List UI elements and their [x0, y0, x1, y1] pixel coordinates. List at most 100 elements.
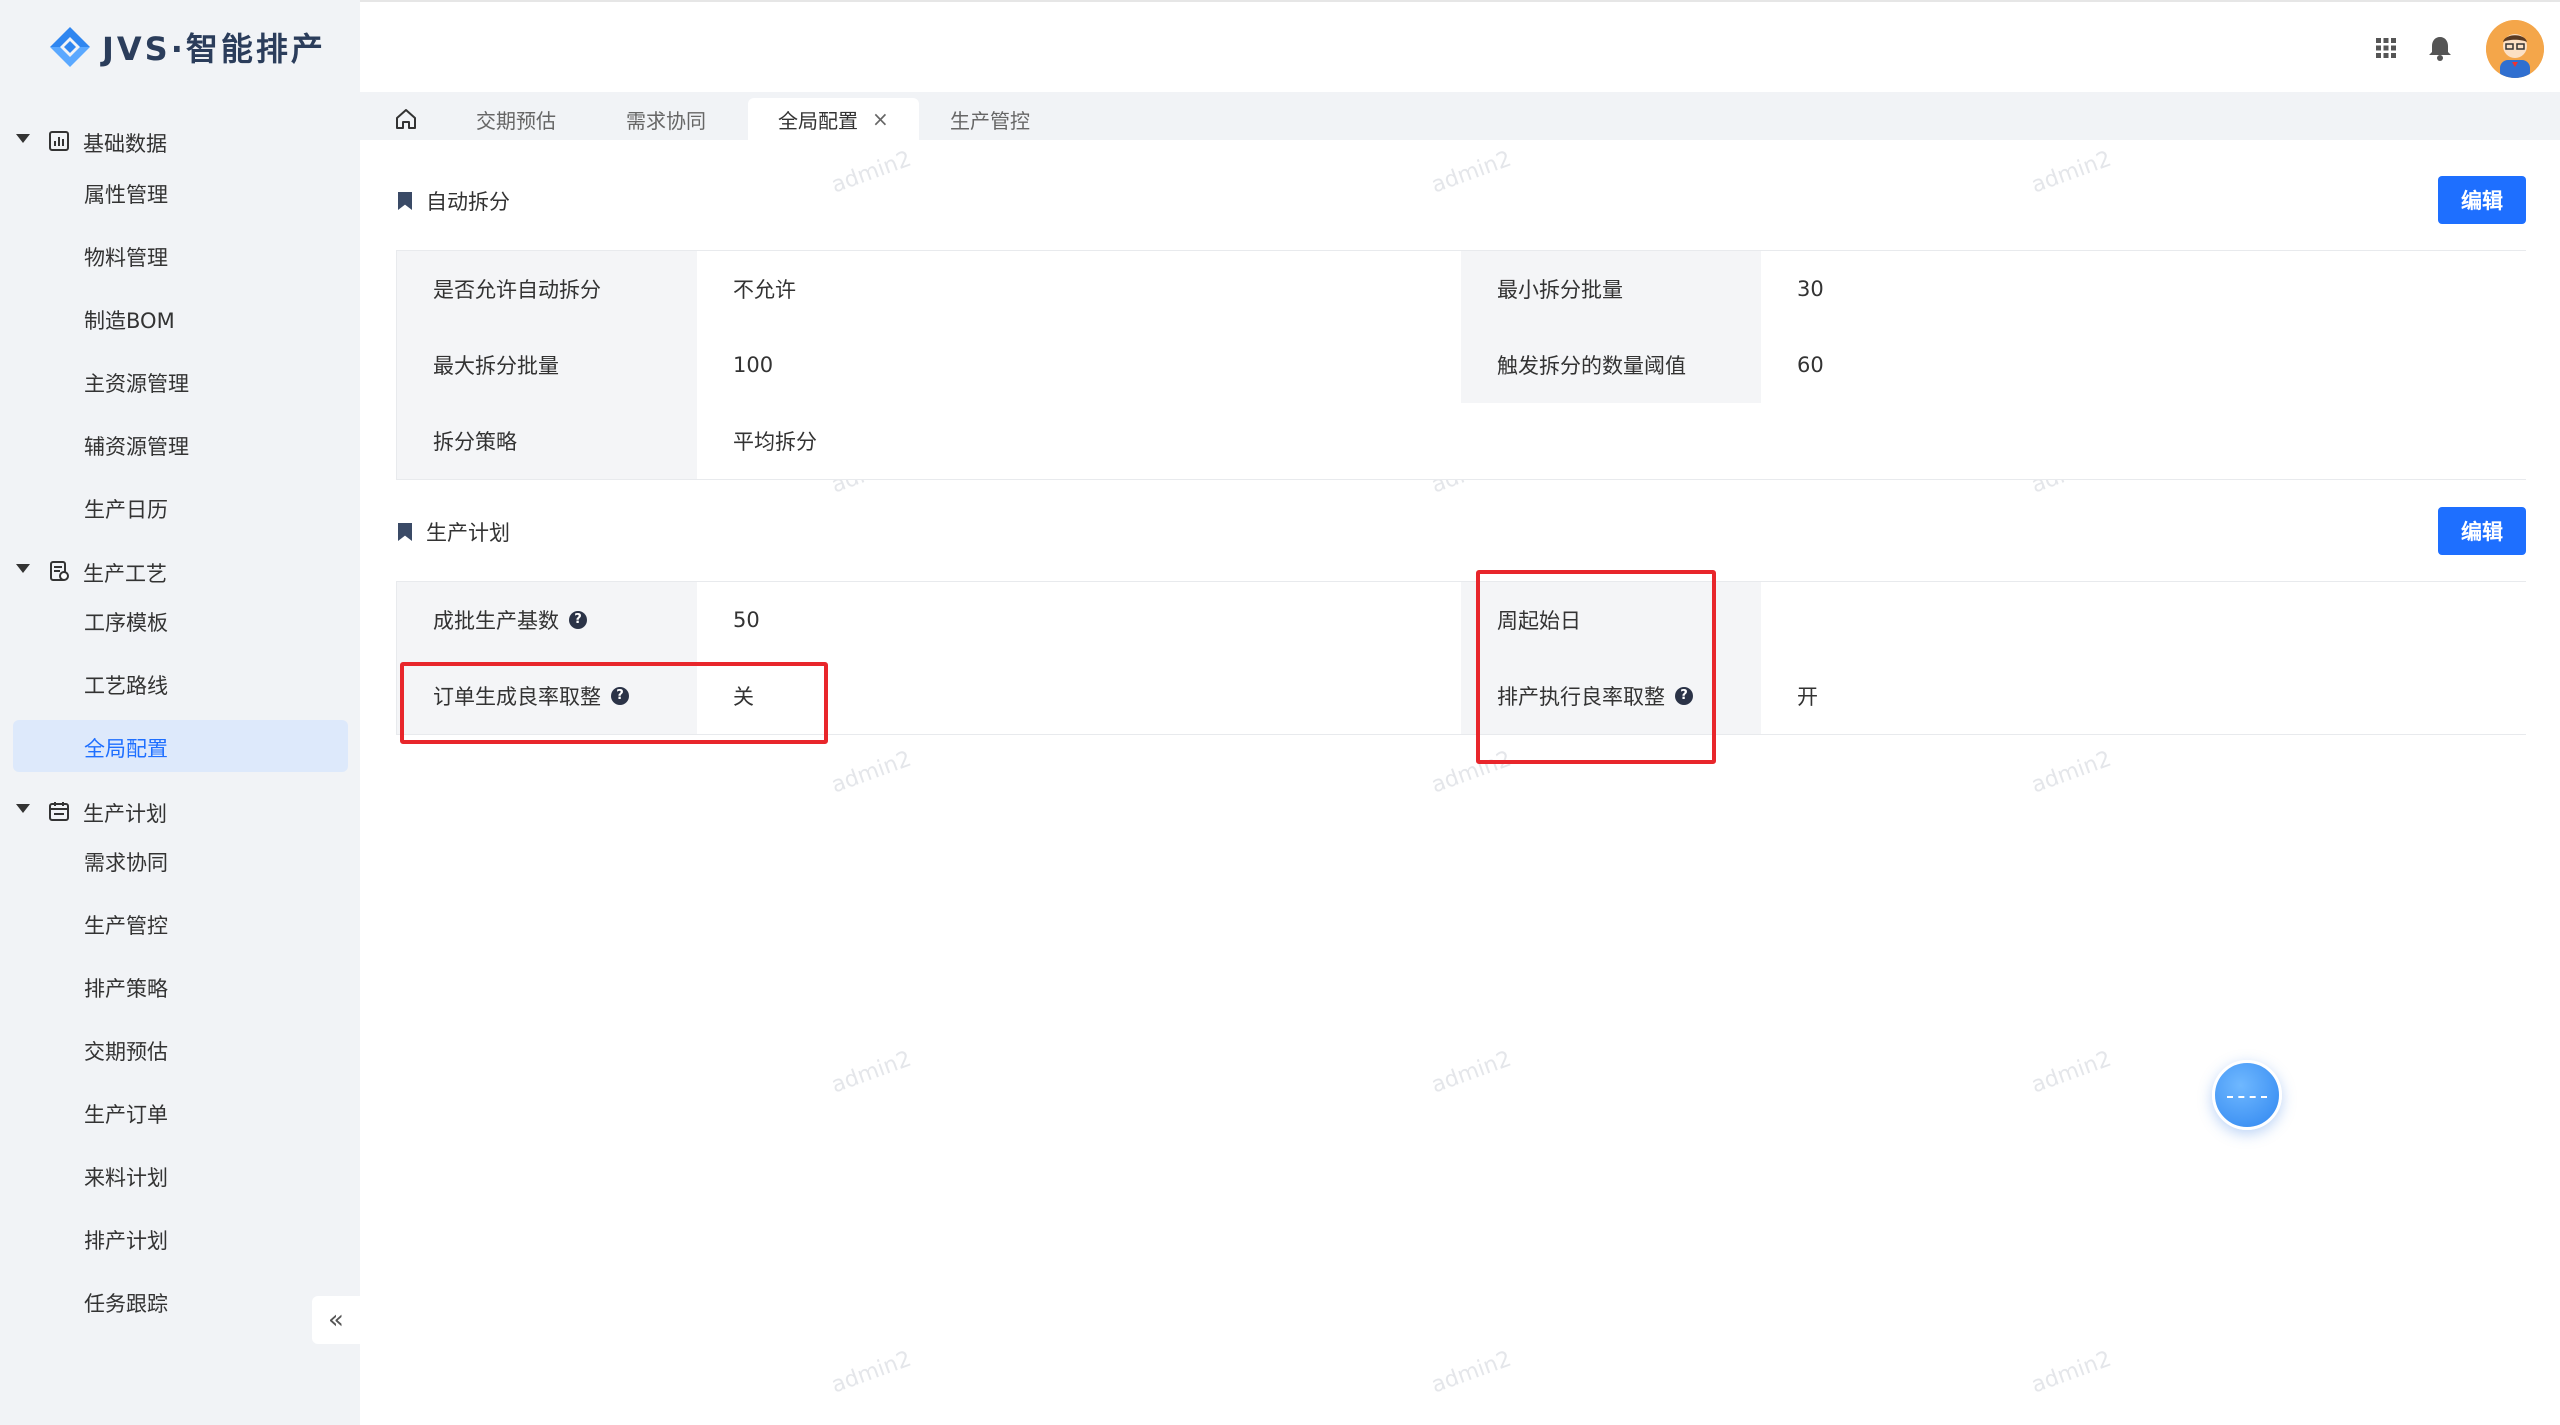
apps-grid-icon[interactable]: [2370, 32, 2402, 64]
tab-global-config[interactable]: 全局配置 ×: [748, 98, 919, 140]
table-row: 是否允许自动拆分 不允许 最小拆分批量 30: [397, 251, 2527, 327]
sidebar-item-aux-resources[interactable]: 辅资源管理: [0, 418, 360, 470]
help-icon[interactable]: ?: [569, 611, 587, 629]
watermark: admin2: [828, 746, 915, 799]
tab-label: 生产管控: [950, 108, 1030, 133]
watermark: admin2: [2028, 1346, 2115, 1399]
field-value: 不允许: [697, 251, 1461, 327]
sidebar-item-label: 来料计划: [84, 1166, 168, 1190]
tab-demand[interactable]: 需求协同: [596, 98, 736, 140]
sidebar-item-label: 制造BOM: [84, 309, 175, 333]
nav-group-label: 基础数据: [83, 132, 167, 156]
field-label: 是否允许自动拆分: [397, 251, 697, 327]
sidebar-item-materials[interactable]: 物料管理: [0, 229, 360, 281]
sidebar-item-task-tracking[interactable]: 任务跟踪: [0, 1275, 360, 1327]
avatar-person-icon: [2486, 20, 2544, 78]
app-logo[interactable]: JVS·智能排产: [46, 22, 326, 72]
section-title: 生产计划: [426, 521, 510, 545]
field-label: 最大拆分批量: [397, 327, 697, 403]
sidebar-item-label: 生产订单: [84, 1103, 168, 1127]
section-title-auto-split: 自动拆分: [398, 181, 510, 221]
sidebar: JVS·智能排产 基础数据 属性管理 物料管理 制造BOM 主资源管理 辅资源管…: [0, 0, 360, 1425]
field-value: 60: [1761, 327, 2527, 403]
tab-label: 全局配置: [778, 108, 858, 133]
page-tabs: 交期预估 需求协同 全局配置 × 生产管控: [360, 92, 2560, 140]
tab-production-control[interactable]: 生产管控: [920, 98, 1060, 140]
top-header: [360, 0, 2560, 92]
logo-icon: [50, 27, 90, 67]
tab-label: 交期预估: [476, 108, 556, 133]
sidebar-item-label: 工序模板: [84, 611, 168, 635]
sidebar-item-process-template[interactable]: 工序模板: [0, 594, 360, 646]
caret-down-icon: [16, 134, 30, 143]
edit-production-plan-button[interactable]: 编辑: [2438, 507, 2526, 555]
watermark: admin2: [2028, 146, 2115, 199]
sidebar-item-label: 生产管控: [84, 914, 168, 938]
collapse-sidebar-button[interactable]: «: [312, 1296, 360, 1344]
nav-group-basic-data[interactable]: 基础数据: [0, 120, 360, 162]
nav-group-label: 生产计划: [83, 802, 167, 826]
tab-home[interactable]: [382, 98, 430, 140]
sidebar-item-orders[interactable]: 生产订单: [0, 1086, 360, 1138]
sidebar-item-label: 需求协同: [84, 851, 168, 875]
nav-group-label: 生产工艺: [83, 562, 167, 586]
sidebar-item-demand[interactable]: 需求协同: [0, 834, 360, 886]
field-label: 触发拆分的数量阈值: [1461, 327, 1761, 403]
watermark: admin2: [2028, 746, 2115, 799]
sidebar-item-label: 排产计划: [84, 1229, 168, 1253]
field-value: 50: [697, 582, 1461, 658]
field-label: 成批生产基数: [433, 609, 559, 633]
home-icon: [396, 109, 416, 129]
sidebar-item-label: 交期预估: [84, 1040, 168, 1064]
sidebar-item-bom[interactable]: 制造BOM: [0, 292, 360, 344]
sidebar-item-label: 属性管理: [84, 183, 168, 207]
bell-icon[interactable]: [2424, 32, 2456, 64]
table-row: 拆分策略 平均拆分: [397, 403, 2527, 479]
brand-name: JVS·智能排产: [102, 30, 326, 68]
sidebar-item-control[interactable]: 生产管控: [0, 897, 360, 949]
nav-group-production-plan[interactable]: 生产计划: [0, 790, 360, 832]
watermark: admin2: [1428, 146, 1515, 199]
bookmark-icon: [398, 523, 412, 541]
sidebar-item-label: 主资源管理: [84, 372, 189, 396]
field-value: 100: [697, 327, 1461, 403]
caret-down-icon: [16, 804, 30, 813]
user-avatar[interactable]: [2486, 20, 2544, 78]
button-label: 编辑: [2461, 189, 2503, 213]
sidebar-item-routing[interactable]: 工艺路线: [0, 657, 360, 709]
nav-group-process[interactable]: 生产工艺: [0, 550, 360, 592]
close-icon[interactable]: ×: [872, 107, 889, 131]
sidebar-item-material-plan[interactable]: 来料计划: [0, 1149, 360, 1201]
watermark: admin2: [2028, 1046, 2115, 1099]
sidebar-item-global-config[interactable]: 全局配置: [13, 720, 348, 772]
watermark: admin2: [1428, 1046, 1515, 1099]
sidebar-item-schedule[interactable]: 排产计划: [0, 1212, 360, 1264]
sidebar-item-label: 任务跟踪: [84, 1292, 168, 1316]
sidebar-item-label: 辅资源管理: [84, 435, 189, 459]
sidebar-item-label: 全局配置: [84, 737, 168, 761]
sidebar-item-label: 物料管理: [84, 246, 168, 270]
watermark: admin2: [828, 1046, 915, 1099]
sidebar-item-calendar[interactable]: 生产日历: [0, 481, 360, 533]
field-label: 拆分策略: [397, 403, 697, 479]
dash-line-icon: [2227, 1096, 2267, 1098]
sidebar-item-label: 排产策略: [84, 977, 168, 1001]
field-value: 30: [1761, 251, 2527, 327]
bookmark-icon: [398, 192, 412, 210]
sidebar-item-strategy[interactable]: 排产策略: [0, 960, 360, 1012]
tab-delivery-estimate[interactable]: 交期预估: [446, 98, 586, 140]
process-doc-icon: [50, 561, 69, 581]
caret-down-icon: [16, 564, 30, 573]
sidebar-item-label: 工艺路线: [84, 674, 168, 698]
floating-assistant-button[interactable]: [2212, 1060, 2282, 1130]
sidebar-item-attributes[interactable]: 属性管理: [0, 166, 360, 218]
highlight-box-week-start: [1476, 570, 1716, 764]
edit-auto-split-button[interactable]: 编辑: [2438, 176, 2526, 224]
sidebar-item-delivery-estimate[interactable]: 交期预估: [0, 1023, 360, 1075]
field-value: 开: [1761, 658, 2527, 734]
section-title: 自动拆分: [426, 190, 510, 214]
sidebar-item-main-resources[interactable]: 主资源管理: [0, 355, 360, 407]
field-value: [1761, 582, 2527, 658]
highlight-box-order-yield: [400, 662, 828, 744]
button-label: 编辑: [2461, 520, 2503, 544]
